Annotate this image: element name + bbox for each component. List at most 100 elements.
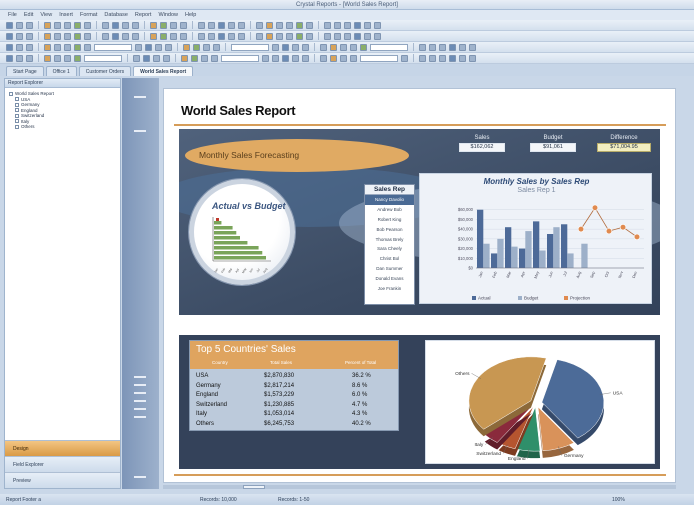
toolbar-button-icon[interactable] — [354, 21, 361, 29]
menu-item-help[interactable]: Help — [185, 12, 196, 18]
toolbar-button-icon[interactable] — [26, 54, 33, 62]
toolbar-combo[interactable] — [94, 43, 132, 51]
toolbar-button-icon[interactable] — [84, 32, 91, 40]
toolbar-button-icon[interactable] — [201, 54, 208, 62]
toolbar-button-icon[interactable] — [296, 32, 303, 40]
toolbar-button-icon[interactable] — [419, 43, 426, 51]
toolbar-button-icon[interactable] — [262, 54, 269, 62]
toolbar-button-icon[interactable] — [44, 32, 51, 40]
toolbar-button-icon[interactable] — [302, 43, 309, 51]
toolbar-button-icon[interactable] — [54, 54, 61, 62]
toolbar-button-icon[interactable] — [54, 32, 61, 40]
toolbar-button-icon[interactable] — [84, 43, 91, 51]
menu-item-database[interactable]: Database — [104, 12, 128, 18]
toolbar-button-icon[interactable] — [429, 54, 436, 62]
toolbar-button-icon[interactable] — [74, 43, 81, 51]
toolbar-button-icon[interactable] — [84, 21, 91, 29]
nav-button-0[interactable]: Design — [5, 440, 120, 456]
toolbar-button-icon[interactable] — [135, 43, 142, 51]
toolbar-button-icon[interactable] — [54, 43, 61, 51]
toolbar-button-icon[interactable] — [193, 43, 200, 51]
toolbar-button-icon[interactable] — [320, 43, 327, 51]
toolbar-button-icon[interactable] — [54, 21, 61, 29]
toolbar-button-icon[interactable] — [419, 54, 426, 62]
nav-button-2[interactable]: Preview — [5, 472, 120, 488]
toolbar-button-icon[interactable] — [459, 54, 466, 62]
toolbar-button-icon[interactable] — [16, 43, 23, 51]
toolbar-button-icon[interactable] — [228, 32, 235, 40]
toolbar-button-icon[interactable] — [112, 32, 119, 40]
toolbar-button-icon[interactable] — [344, 32, 351, 40]
menu-item-report[interactable]: Report — [135, 12, 152, 18]
toolbar-button-icon[interactable] — [191, 54, 198, 62]
sales-rep-item[interactable]: Sara Cheely — [365, 244, 414, 254]
toolbar-button-icon[interactable] — [64, 43, 71, 51]
toolbar-button-icon[interactable] — [439, 54, 446, 62]
toolbar-button-icon[interactable] — [74, 21, 81, 29]
toolbar-button-icon[interactable] — [16, 32, 23, 40]
toolbar-button-icon[interactable] — [74, 32, 81, 40]
toolbar-button-icon[interactable] — [143, 54, 150, 62]
toolbar-button-icon[interactable] — [198, 21, 205, 29]
expand-icon[interactable] — [15, 119, 19, 124]
toolbar-button-icon[interactable] — [155, 43, 162, 51]
toolbar-button-icon[interactable] — [180, 21, 187, 29]
menu-item-format[interactable]: Format — [80, 12, 97, 18]
toolbar-button-icon[interactable] — [6, 54, 13, 62]
toolbar-button-icon[interactable] — [198, 32, 205, 40]
tab-0[interactable]: Start Page — [6, 66, 44, 76]
sales-rep-item[interactable]: Dan Summer — [365, 264, 414, 274]
menu-item-file[interactable]: File — [8, 12, 17, 18]
tree-node[interactable]: Others — [9, 124, 116, 130]
toolbar-button-icon[interactable] — [340, 54, 347, 62]
toolbar-button-icon[interactable] — [272, 54, 279, 62]
toolbar-button-icon[interactable] — [266, 32, 273, 40]
toolbar-button-icon[interactable] — [203, 43, 210, 51]
expand-icon[interactable] — [15, 97, 19, 102]
toolbar-button-icon[interactable] — [449, 43, 456, 51]
tab-3[interactable]: World Sales Report — [133, 66, 194, 76]
toolbar-button-icon[interactable] — [292, 43, 299, 51]
menu-item-edit[interactable]: Edit — [24, 12, 33, 18]
toolbar-button-icon[interactable] — [238, 21, 245, 29]
toolbar-button-icon[interactable] — [170, 21, 177, 29]
toolbar-button-icon[interactable] — [122, 21, 129, 29]
horizontal-scrollbar[interactable] — [163, 485, 676, 489]
toolbar-button-icon[interactable] — [469, 43, 476, 51]
toolbar-button-icon[interactable] — [306, 32, 313, 40]
toolbar-button-icon[interactable] — [439, 43, 446, 51]
toolbar-button-icon[interactable] — [324, 21, 331, 29]
toolbar-button-icon[interactable] — [170, 32, 177, 40]
toolbar-button-icon[interactable] — [272, 43, 279, 51]
toolbar-button-icon[interactable] — [26, 21, 33, 29]
toolbar-button-icon[interactable] — [213, 43, 220, 51]
sales-rep-item[interactable]: Andrew Bob — [365, 205, 414, 215]
toolbar-button-icon[interactable] — [296, 21, 303, 29]
sales-rep-item[interactable]: Donald Evans — [365, 274, 414, 284]
toolbar-button-icon[interactable] — [364, 32, 371, 40]
toolbar-button-icon[interactable] — [459, 43, 466, 51]
toolbar-button-icon[interactable] — [228, 21, 235, 29]
toolbar-button-icon[interactable] — [364, 21, 371, 29]
toolbar-button-icon[interactable] — [320, 54, 327, 62]
toolbar-button-icon[interactable] — [102, 21, 109, 29]
toolbar-button-icon[interactable] — [26, 43, 33, 51]
sales-rep-item[interactable]: Nancy Davolio — [365, 195, 414, 205]
toolbar-button-icon[interactable] — [469, 54, 476, 62]
toolbar-button-icon[interactable] — [44, 43, 51, 51]
toolbar-button-icon[interactable] — [102, 32, 109, 40]
toolbar-button-icon[interactable] — [183, 43, 190, 51]
toolbar-button-icon[interactable] — [282, 54, 289, 62]
toolbar-button-icon[interactable] — [122, 32, 129, 40]
scroll-thumb[interactable] — [243, 485, 265, 489]
toolbar-button-icon[interactable] — [160, 21, 167, 29]
toolbar-button-icon[interactable] — [163, 54, 170, 62]
toolbar-button-icon[interactable] — [6, 43, 13, 51]
toolbar-button-icon[interactable] — [354, 32, 361, 40]
toolbar-button-icon[interactable] — [64, 54, 71, 62]
toolbar-button-icon[interactable] — [6, 21, 13, 29]
toolbar-button-icon[interactable] — [145, 43, 152, 51]
toolbar-button-icon[interactable] — [208, 21, 215, 29]
sales-rep-item[interactable]: Robert King — [365, 215, 414, 225]
toolbar-button-icon[interactable] — [306, 21, 313, 29]
